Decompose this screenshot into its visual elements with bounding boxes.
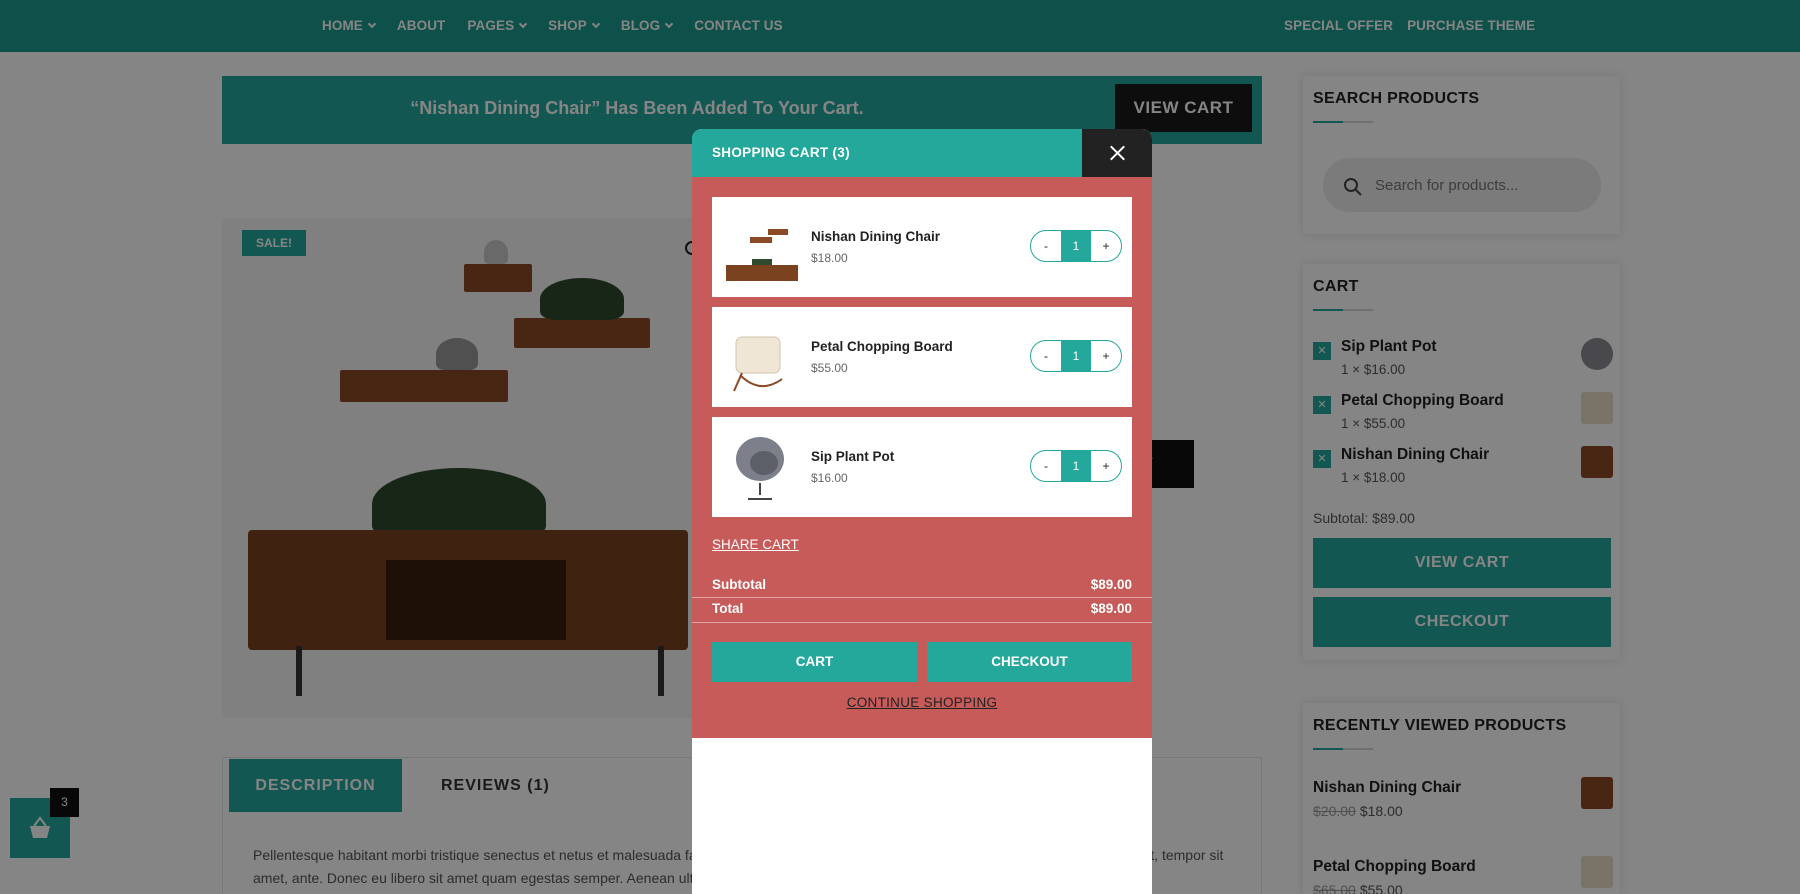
quantity-stepper: - 1 + [1030,340,1122,372]
modal-cart-item: Petal Chopping Board $55.00 - 1 + [712,307,1132,407]
modal-item-price: $16.00 [811,471,848,485]
total-value: $89.00 [1090,601,1132,616]
modal-cart-item: Sip Plant Pot $16.00 - 1 + [712,417,1132,517]
modal-title-text: SHOPPING CART [712,145,829,160]
divider [692,622,1152,623]
quantity-value[interactable]: 1 [1061,231,1091,261]
modal-cart-count: (3) [832,145,850,160]
increase-button[interactable]: + [1091,451,1121,481]
modal-item-name[interactable]: Nishan Dining Chair [811,229,940,244]
decrease-button[interactable]: - [1031,451,1061,481]
subtotal-value: $89.00 [1090,577,1132,592]
modal-item-price: $18.00 [811,251,848,265]
quantity-value[interactable]: 1 [1061,341,1091,371]
modal-header: SHOPPING CART (3) [692,129,1152,177]
modal-body: Nishan Dining Chair $18.00 - 1 + Petal C… [692,177,1152,738]
modal-item-price: $55.00 [811,361,848,375]
modal-title: SHOPPING CART (3) [712,145,850,160]
increase-button[interactable]: + [1091,341,1121,371]
total-row: Total $89.00 [692,597,1152,621]
decrease-button[interactable]: - [1031,341,1061,371]
continue-shopping-wrap: CONTINUE SHOPPING [692,694,1152,712]
product-thumbnail [726,229,798,281]
close-icon[interactable] [1082,129,1152,177]
modal-item-name[interactable]: Sip Plant Pot [811,449,894,464]
product-thumbnail [736,437,784,500]
increase-button[interactable]: + [1091,231,1121,261]
total-label: Total [712,601,744,616]
product-thumbnail [733,336,783,392]
continue-shopping-link[interactable]: CONTINUE SHOPPING [847,695,998,710]
modal-item-name[interactable]: Petal Chopping Board [811,339,953,354]
decrease-button[interactable]: - [1031,231,1061,261]
subtotal-label: Subtotal [712,577,766,592]
share-cart-link[interactable]: SHARE CART [712,537,799,552]
subtotal-row: Subtotal $89.00 [692,573,1152,597]
quantity-stepper: - 1 + [1030,450,1122,482]
modal-checkout-button[interactable]: CHECKOUT [927,642,1132,682]
modal-cart-item: Nishan Dining Chair $18.00 - 1 + [712,197,1132,297]
quantity-value[interactable]: 1 [1061,451,1091,481]
quantity-stepper: - 1 + [1030,230,1122,262]
modal-cart-button[interactable]: CART [712,642,917,682]
shopping-cart-modal: SHOPPING CART (3) Nishan Dining Chair $1… [692,129,1152,894]
